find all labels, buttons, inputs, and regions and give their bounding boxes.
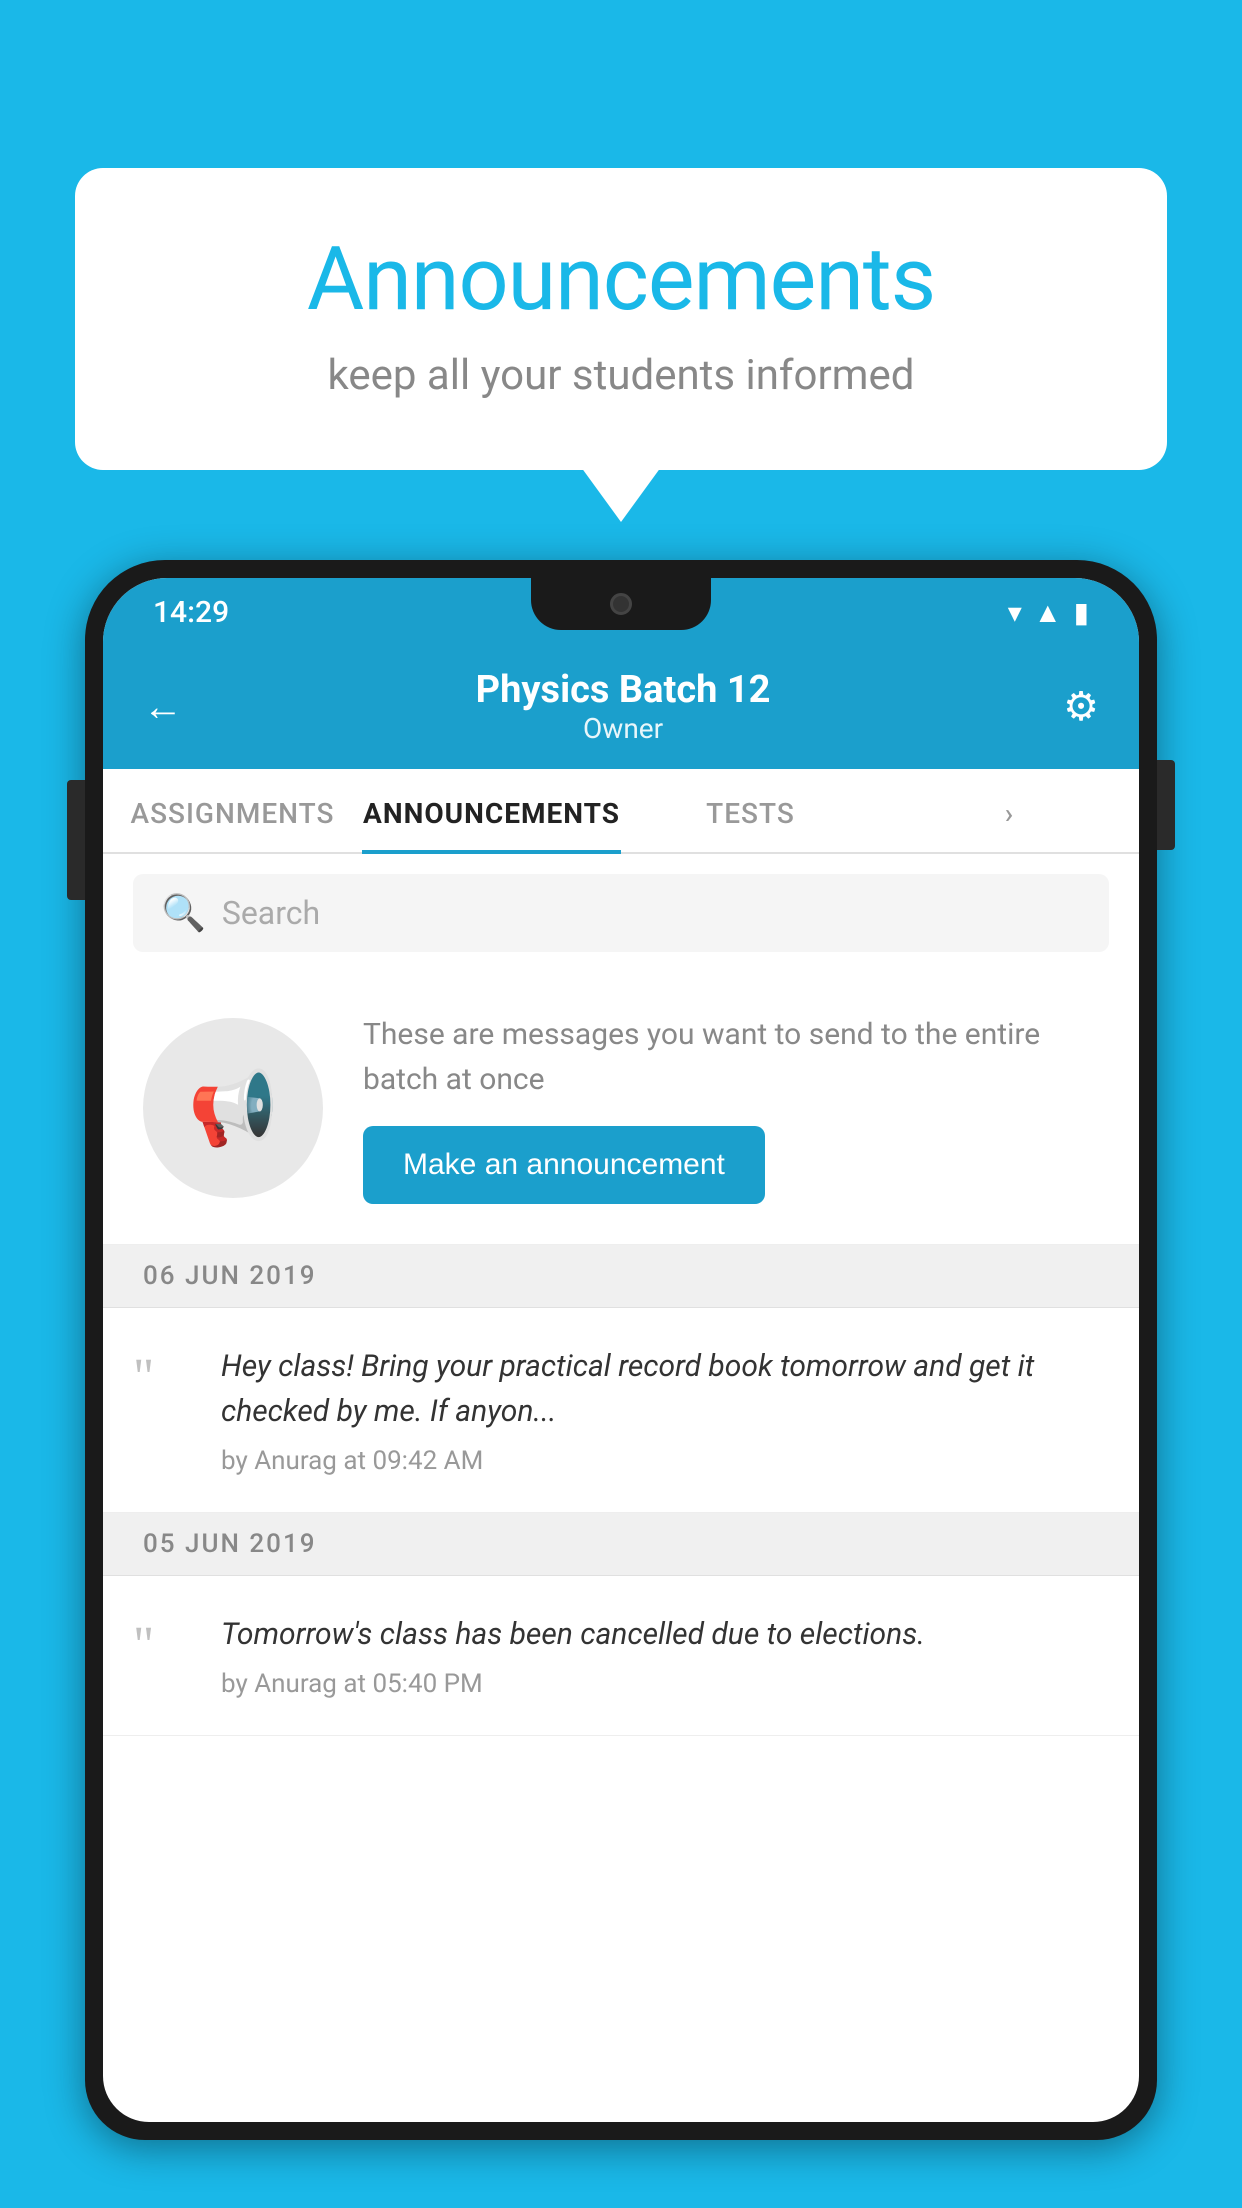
bubble-subtitle: keep all your students informed	[155, 351, 1087, 400]
quote-icon-1: "	[133, 1352, 193, 1404]
notch	[531, 578, 711, 630]
search-bar[interactable]: 🔍 Search	[133, 874, 1109, 952]
phone-screen: 14:29 ▾ ▲ ▮ ← Physics Batch 12 Owner ⚙	[103, 578, 1139, 2122]
make-announcement-button[interactable]: Make an announcement	[363, 1126, 765, 1204]
announcement-meta-2: by Anurag at 05:40 PM	[221, 1669, 1099, 1699]
phone-container: 14:29 ▾ ▲ ▮ ← Physics Batch 12 Owner ⚙	[85, 560, 1157, 2208]
phone-outer: 14:29 ▾ ▲ ▮ ← Physics Batch 12 Owner ⚙	[85, 560, 1157, 2140]
announcement-promo: 📢 These are messages you want to send to…	[103, 972, 1139, 1245]
header-center: Physics Batch 12 Owner	[476, 668, 771, 745]
header-title: Physics Batch 12	[476, 668, 771, 712]
tab-tests[interactable]: TESTS	[621, 769, 880, 852]
speech-bubble-container: Announcements keep all your students inf…	[75, 168, 1167, 470]
gear-icon[interactable]: ⚙	[1063, 683, 1099, 730]
signal-icon: ▲	[1034, 596, 1062, 629]
quote-icon-2: "	[133, 1620, 193, 1672]
search-icon: 🔍	[161, 892, 206, 934]
announcement-text-1: Hey class! Bring your practical record b…	[221, 1344, 1099, 1434]
promo-content: These are messages you want to send to t…	[363, 1012, 1099, 1204]
tab-more[interactable]: ›	[880, 769, 1139, 852]
battery-icon: ▮	[1074, 596, 1089, 629]
announcement-meta-1: by Anurag at 09:42 AM	[221, 1446, 1099, 1476]
tab-announcements[interactable]: ANNOUNCEMENTS	[362, 769, 621, 852]
search-container: 🔍 Search	[103, 854, 1139, 972]
promo-icon-circle: 📢	[143, 1018, 323, 1198]
date-separator-1: 06 JUN 2019	[103, 1245, 1139, 1308]
tab-assignments[interactable]: ASSIGNMENTS	[103, 769, 362, 852]
search-placeholder: Search	[222, 894, 320, 932]
megaphone-icon: 📢	[188, 1066, 278, 1151]
status-bar: 14:29 ▾ ▲ ▮	[103, 578, 1139, 646]
announcement-item-1[interactable]: " Hey class! Bring your practical record…	[103, 1308, 1139, 1513]
date-separator-2: 05 JUN 2019	[103, 1513, 1139, 1576]
speech-bubble: Announcements keep all your students inf…	[75, 168, 1167, 470]
tabs-container: ASSIGNMENTS ANNOUNCEMENTS TESTS ›	[103, 769, 1139, 854]
announcement-item-2[interactable]: " Tomorrow's class has been cancelled du…	[103, 1576, 1139, 1736]
status-icons: ▾ ▲ ▮	[1008, 596, 1089, 629]
wifi-icon: ▾	[1008, 596, 1022, 629]
announcement-text-2: Tomorrow's class has been cancelled due …	[221, 1612, 1099, 1657]
status-time: 14:29	[153, 595, 229, 630]
camera-dot	[610, 593, 632, 615]
promo-description: These are messages you want to send to t…	[363, 1012, 1099, 1102]
announcement-content-1: Hey class! Bring your practical record b…	[221, 1344, 1099, 1476]
back-button[interactable]: ←	[143, 683, 183, 730]
app-header: ← Physics Batch 12 Owner ⚙	[103, 646, 1139, 769]
bubble-title: Announcements	[155, 228, 1087, 331]
header-subtitle: Owner	[476, 712, 771, 745]
announcement-content-2: Tomorrow's class has been cancelled due …	[221, 1612, 1099, 1699]
